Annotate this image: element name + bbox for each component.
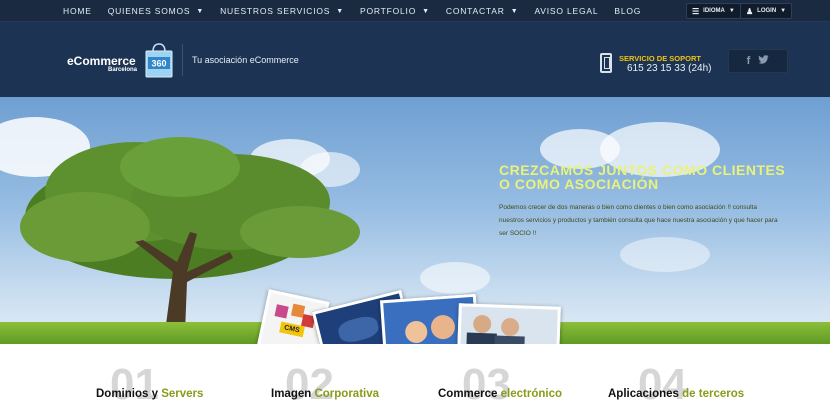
- person-head: [472, 314, 492, 334]
- nav-item-label: NUESTROS SERVICIOS: [220, 6, 331, 16]
- chevron-down-icon: ▼: [336, 7, 344, 15]
- cloud: [620, 237, 710, 272]
- person-head: [500, 317, 520, 337]
- features-section: 01 Dominios y Servers 02 Imagen Corporat…: [0, 344, 830, 400]
- nav-item-blog[interactable]: BLOG: [614, 6, 641, 16]
- nav-item-label: BLOG: [614, 6, 642, 16]
- facebook-icon[interactable]: f: [747, 55, 751, 67]
- nav-item-portfolio[interactable]: PORTFOLIO ▼: [360, 6, 430, 16]
- cloud: [420, 262, 490, 294]
- feature-title-highlight: de terceros: [682, 388, 745, 400]
- map-shape: [336, 313, 381, 344]
- login-button[interactable]: ♟ LOGIN ▼: [740, 3, 793, 19]
- nav-item-label: AVISO LEGAL: [534, 6, 599, 16]
- feature-title-highlight: electrónico: [500, 388, 562, 400]
- feature-title-part: Dominios y: [96, 388, 162, 400]
- chevron-down-icon: ▼: [196, 7, 205, 15]
- feature-title-part: Commerce: [438, 388, 501, 400]
- site-header: eCommerce Barcelona 360 Tu asociación eC…: [0, 22, 830, 97]
- mobile-phone-icon: [600, 53, 612, 73]
- feature-title-highlight: Corporativa: [314, 388, 380, 400]
- photo-businessmen: [457, 303, 561, 344]
- nav-item-contactar[interactable]: CONTACTAR ▼: [446, 6, 519, 16]
- language-label: IDIOMA: [703, 8, 725, 14]
- person-body: [494, 335, 525, 344]
- chevron-down-icon: ▼: [422, 7, 430, 15]
- hero-banner: CREZCAMOS JUNTOS COMO CLIENTES O COMO AS…: [0, 97, 830, 344]
- logo-divider: [182, 44, 183, 76]
- nav-item-label: CONTACTAR: [445, 6, 505, 16]
- tagline: Tu asociación eCommerce: [192, 55, 299, 65]
- feature-aplicaciones[interactable]: 04 Aplicaciones de terceros: [608, 360, 744, 400]
- feature-commerce[interactable]: 03 Commerce electrónico: [438, 360, 562, 400]
- cartoon-face: [404, 320, 428, 344]
- nav-item-label: HOME: [63, 6, 92, 16]
- nav-item-label: QUIENES SOMOS: [107, 6, 191, 16]
- chevron-down-icon: ▼: [728, 8, 735, 14]
- language-button[interactable]: ☰ IDIOMA ▼: [686, 3, 741, 19]
- cms-tile: [274, 304, 289, 319]
- login-label: LOGIN: [757, 8, 777, 14]
- chevron-down-icon: ▼: [510, 7, 519, 15]
- logo-text[interactable]: eCommerce: [67, 54, 136, 68]
- support-phone[interactable]: 615 23 15 33 (24h): [627, 63, 712, 74]
- top-nav: HOME QUIENES SOMOS ▼ NUESTROS SERVICIOS ▼ …: [0, 0, 830, 22]
- feature-title-highlight: Servers: [161, 388, 204, 400]
- main-menu: HOME QUIENES SOMOS ▼ NUESTROS SERVICIOS ▼ …: [52, 0, 657, 22]
- feature-title-part: Imagen: [271, 388, 315, 400]
- hero-text: Podemos crecer de dos maneras o bien com…: [499, 204, 778, 237]
- twitter-icon[interactable]: [758, 55, 769, 67]
- feature-title: Aplicaciones de terceros: [608, 388, 744, 400]
- shopping-bag-logo-icon[interactable]: 360: [145, 42, 173, 78]
- feature-title: Dominios y Servers: [96, 388, 203, 400]
- nav-item-home[interactable]: HOME: [63, 6, 92, 16]
- nav-item-nuestros-servicios[interactable]: NUESTROS SERVICIOS ▼: [220, 6, 344, 16]
- person-body: [466, 332, 497, 344]
- support-label: SERVICIO DE SOPORT: [619, 54, 701, 63]
- feature-imagen[interactable]: 02 Imagen Corporativa: [271, 360, 379, 400]
- nav-item-aviso-legal[interactable]: AVISO LEGAL: [534, 6, 598, 16]
- logo-subtitle: Barcelona: [108, 67, 138, 73]
- feature-title-part: Aplicaciones: [608, 388, 683, 400]
- feature-title: Commerce electrónico: [438, 388, 562, 400]
- chevron-down-icon: ▼: [780, 8, 787, 14]
- feature-dominios[interactable]: 01 Dominios y Servers: [96, 360, 203, 400]
- cartoon-face: [430, 314, 456, 340]
- feature-title: Imagen Corporativa: [271, 388, 379, 400]
- nav-item-label: PORTFOLIO: [359, 6, 417, 16]
- language-icon: ☰: [692, 6, 700, 16]
- logo-badge-text: 360: [151, 59, 166, 69]
- social-links: f: [728, 49, 788, 73]
- user-icon: ♟: [746, 6, 754, 16]
- hero-title: CREZCAMOS JUNTOS COMO CLIENTES O COMO AS…: [499, 162, 786, 192]
- nav-item-quienes-somos[interactable]: QUIENES SOMOS ▼: [108, 6, 204, 16]
